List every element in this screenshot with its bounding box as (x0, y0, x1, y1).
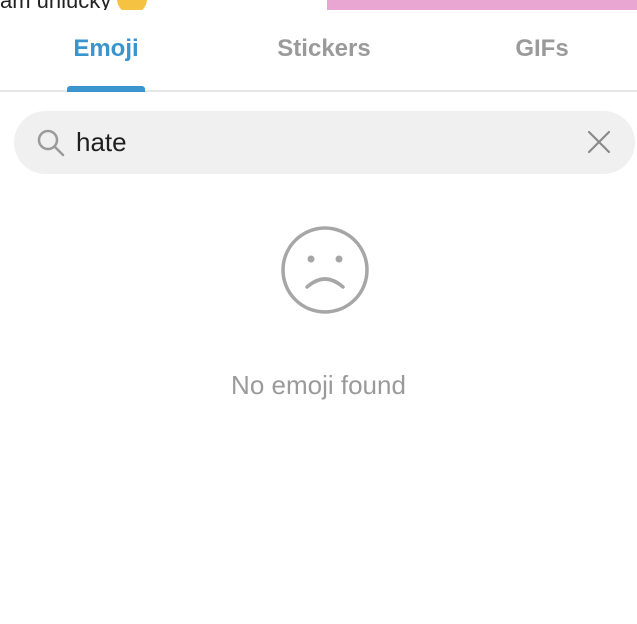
search-icon (37, 129, 65, 157)
close-icon[interactable] (586, 129, 612, 155)
chat-message-text: am unlucky (0, 0, 111, 10)
tab-emoji[interactable]: Emoji (67, 34, 145, 64)
emoji-panel: am unlucky Emoji Stickers GIFs No emoji … (0, 0, 637, 624)
empty-state-message: No emoji found (231, 370, 406, 400)
chat-message-snippet: am unlucky (0, 0, 148, 10)
search-bar (14, 111, 635, 174)
chat-image-preview (327, 0, 637, 10)
search-input[interactable] (76, 123, 556, 161)
tab-stickers[interactable]: Stickers (262, 34, 386, 64)
flushed-emoji-icon (117, 0, 148, 10)
tab-bar: Emoji Stickers GIFs (0, 10, 637, 92)
chat-background-strip: am unlucky (0, 0, 637, 10)
sad-face-icon (281, 226, 369, 314)
tab-gifs[interactable]: GIFs (504, 34, 580, 64)
active-tab-indicator (67, 86, 145, 92)
